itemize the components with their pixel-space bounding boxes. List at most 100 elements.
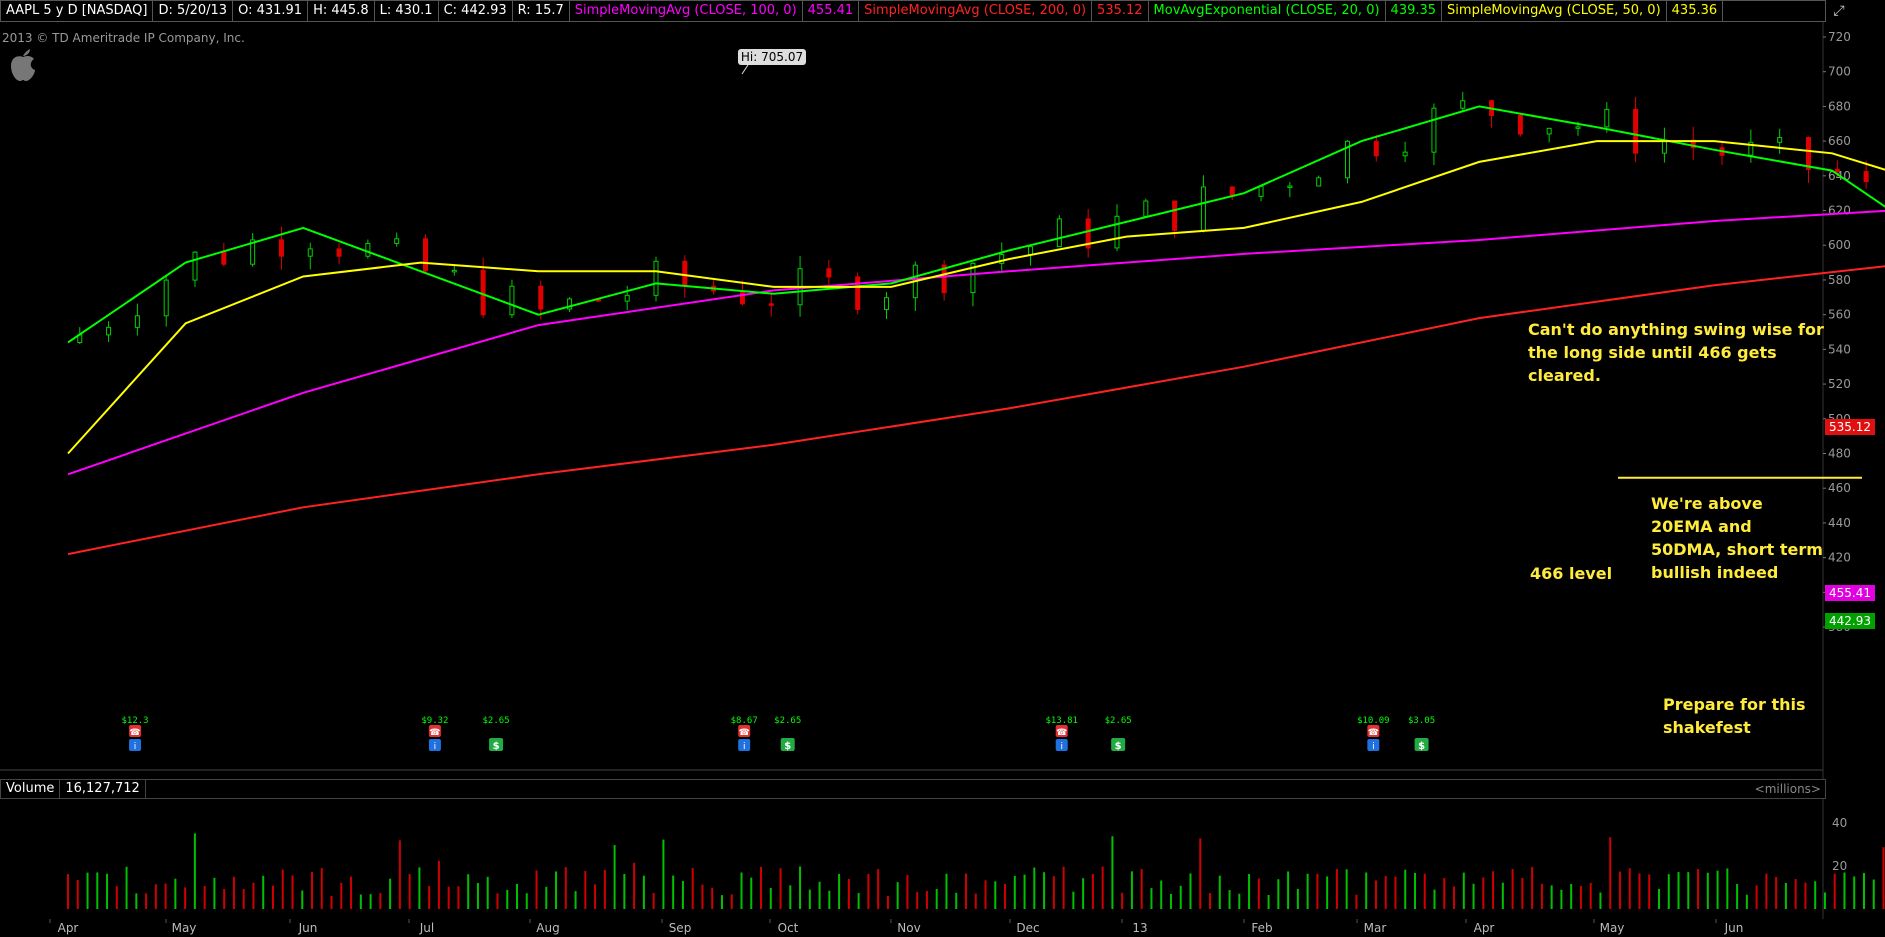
month-label: Feb (1251, 921, 1272, 935)
volume-bar (1433, 889, 1436, 909)
volume-bar (925, 890, 928, 909)
volume-bar (1394, 876, 1397, 909)
volume-bar (447, 886, 450, 909)
symbol-label[interactable]: AAPL 5 y D [NASDAQ] (1, 1, 154, 21)
volume-bar (1706, 872, 1709, 909)
volume-bar (808, 889, 811, 909)
range-value: R: 15.7 (513, 1, 570, 21)
candle-body (1200, 186, 1206, 231)
volume-bar (1004, 884, 1007, 909)
date-value: D: 5/20/13 (153, 1, 234, 21)
study-ema20-value: 439.35 (1386, 1, 1443, 21)
event-label: $9.32 (421, 716, 448, 726)
candle-body (1460, 100, 1466, 109)
volume-bar (984, 880, 987, 909)
volume-bar (1306, 873, 1309, 909)
volume-bar (877, 869, 880, 909)
volume-bar (1140, 868, 1143, 909)
event-label: $10.09 (1357, 716, 1390, 726)
volume-chart[interactable]: 40 20 (0, 799, 1885, 919)
candle-body (1661, 139, 1667, 154)
volume-bar (994, 881, 997, 909)
volume-bar (1716, 870, 1719, 909)
candle-body (163, 279, 169, 317)
study-sma100-label[interactable]: SimpleMovingAvg (CLOSE, 100, 0) (570, 1, 803, 21)
event-label: $2.65 (483, 716, 510, 726)
bulb-glyph: i (1372, 742, 1375, 752)
volume-bar (1101, 866, 1104, 909)
candle-body (1287, 185, 1293, 188)
volume-bar (672, 875, 675, 909)
volume-bar (691, 868, 694, 909)
volume-bar (896, 882, 899, 909)
volume-bar (886, 896, 889, 909)
volume-bar (1316, 873, 1319, 909)
candle-body (1604, 108, 1610, 128)
candle-body (106, 326, 112, 336)
candle-body (134, 315, 140, 328)
volume-bars (67, 833, 1885, 909)
volume-bar (1794, 878, 1797, 909)
volume-bar (1677, 872, 1680, 909)
volume-bar (213, 877, 216, 909)
candle-body (1633, 108, 1639, 154)
candle-body (1316, 177, 1322, 187)
volume-bar (594, 884, 597, 909)
volume-bar (1335, 869, 1338, 909)
volume-bar (369, 894, 372, 909)
volume-bar (389, 878, 392, 909)
volume-bar (603, 870, 606, 909)
annotation-shakefest: Prepare for this shakefest (1663, 695, 1806, 737)
volume-bar (1072, 891, 1075, 909)
volume-bar (1609, 837, 1612, 909)
volume-bar (506, 889, 509, 909)
volume-bar (135, 893, 138, 909)
volume-bar (252, 882, 255, 909)
volume-axis-label: 20 (1832, 859, 1847, 873)
dollar-glyph: $ (493, 741, 500, 752)
volume-bar (1697, 869, 1700, 909)
volume-bar (828, 890, 831, 909)
volume-bar (1209, 893, 1212, 909)
volume-bar (1365, 872, 1368, 909)
candle-body (1431, 107, 1437, 153)
volume-bar (1374, 880, 1377, 909)
volume-bar (340, 882, 343, 909)
price-tag-last: 442.93 (1825, 613, 1875, 629)
volume-bar (1160, 880, 1163, 909)
candle-body (1258, 185, 1264, 197)
study-sma200-label[interactable]: SimpleMovingAvg (CLOSE, 200, 0) (859, 1, 1093, 21)
price-axis-label: 520 (1828, 377, 1851, 391)
expand-icon[interactable]: ⤢ (1828, 0, 1850, 22)
volume-bar (476, 882, 479, 909)
volume-bar (184, 887, 187, 909)
volume-bar (652, 892, 655, 909)
event-label: $3.05 (1408, 716, 1435, 726)
price-tag-sma200: 535.12 (1825, 419, 1875, 435)
volume-bar (1384, 875, 1387, 909)
price-axis-label: 600 (1828, 238, 1851, 252)
volume-bar (437, 860, 440, 909)
event-label: $8.67 (731, 716, 758, 726)
volume-bar (1482, 877, 1485, 909)
price-chart[interactable]: 7207006806606406206005805605405205004804… (0, 22, 1885, 779)
event-label: $2.65 (1105, 716, 1132, 726)
price-axis-label: 540 (1828, 342, 1851, 356)
candle-body (1402, 151, 1408, 157)
study-sma50-label[interactable]: SimpleMovingAvg (CLOSE, 50, 0) (1442, 1, 1667, 21)
volume-bar (857, 893, 860, 909)
volume-bar (935, 888, 938, 909)
volume-bar (1501, 882, 1504, 909)
candle-body (1777, 137, 1783, 143)
month-label: Oct (778, 921, 799, 935)
price-axis-label: 720 (1828, 30, 1851, 44)
candle-body (538, 285, 544, 310)
volume-label[interactable]: Volume (1, 780, 61, 798)
volume-bar (486, 876, 489, 909)
study-ema20-label[interactable]: MovAvgExponential (CLOSE, 20, 0) (1149, 1, 1386, 21)
volume-bar (730, 894, 733, 909)
volume-bar (1423, 873, 1426, 909)
annotation-466-level: 466 level (1530, 564, 1613, 583)
volume-bar (96, 872, 99, 909)
volume-bar (1277, 879, 1280, 909)
